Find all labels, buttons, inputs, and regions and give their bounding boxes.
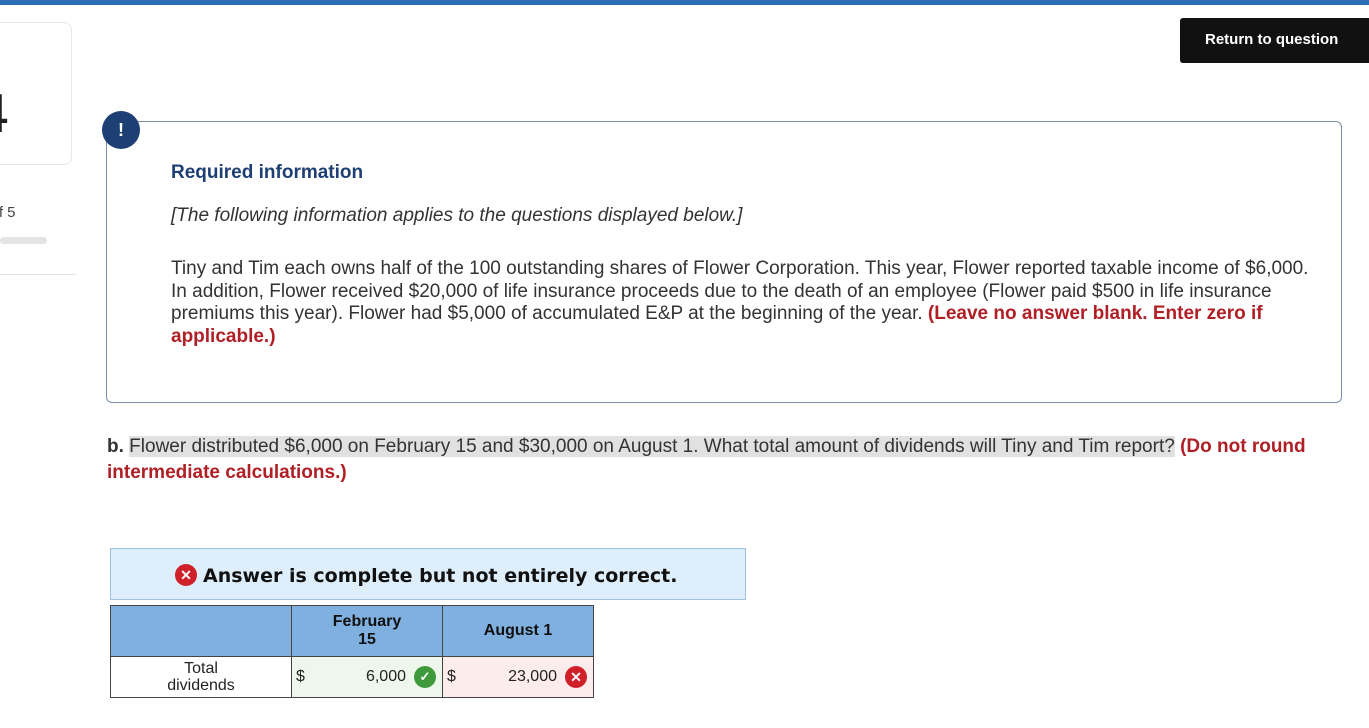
august-1-answer-value: 23,000 bbox=[508, 668, 557, 685]
required-info-subtitle: [The following information applies to th… bbox=[171, 205, 743, 226]
required-info-body: Tiny and Tim each owns half of the 100 o… bbox=[171, 258, 1321, 348]
february-15-answer-cell[interactable]: $ 6,000 ✓ bbox=[291, 656, 443, 698]
exclamation-icon: ! bbox=[102, 111, 140, 149]
row-label-text: Total dividends bbox=[167, 660, 235, 694]
header-february-15-label: February 15 bbox=[332, 613, 402, 648]
currency-symbol: $ bbox=[447, 668, 456, 685]
question-text: b. Flower distributed $6,000 on February… bbox=[107, 434, 1369, 486]
progress-label: 4 of 5 bbox=[0, 204, 16, 221]
table-header-august-1: August 1 bbox=[442, 605, 594, 657]
incorrect-x-icon: ✕ bbox=[175, 564, 197, 586]
top-accent-bar bbox=[0, 0, 1369, 5]
question-body: Flower distributed $6,000 on February 15… bbox=[129, 436, 1175, 457]
return-to-question-button[interactable]: Return to question bbox=[1180, 18, 1369, 63]
question-progress-text: 4 of 5 bbox=[0, 204, 16, 221]
table-row: Total dividends $ 6,000 ✓ $ 23,000 ✕ bbox=[110, 656, 594, 698]
row-label-total-dividends: Total dividends bbox=[110, 656, 292, 698]
question-number: 4 bbox=[0, 89, 10, 141]
february-15-answer-value: 6,000 bbox=[365, 668, 406, 685]
currency-symbol: $ bbox=[296, 668, 305, 685]
question-number-card[interactable]: 4 bbox=[0, 22, 72, 165]
incorrect-x-icon: ✕ bbox=[565, 666, 587, 688]
table-header-february-15: February 15 bbox=[291, 605, 443, 657]
answer-status-banner: ✕ Answer is complete but not entirely co… bbox=[110, 548, 746, 600]
correct-check-icon: ✓ bbox=[414, 666, 436, 688]
answer-table: February 15 August 1 Total dividends $ 6… bbox=[110, 605, 594, 698]
august-1-answer-cell[interactable]: $ 23,000 ✕ bbox=[442, 656, 594, 698]
table-header-empty bbox=[110, 605, 292, 657]
required-info-title: Required information bbox=[171, 162, 364, 183]
sidebar-divider bbox=[0, 274, 76, 275]
question-part: b. bbox=[107, 436, 124, 457]
answer-status-text: Answer is complete but not entirely corr… bbox=[203, 565, 678, 587]
table-header-row: February 15 August 1 bbox=[110, 605, 594, 657]
progress-bar bbox=[0, 237, 47, 244]
